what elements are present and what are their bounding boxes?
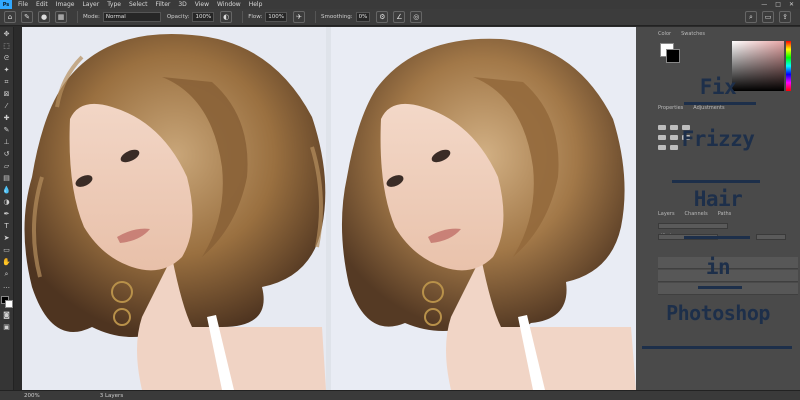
photo-before <box>22 27 326 390</box>
frame-tool-icon[interactable]: ⊠ <box>2 90 11 99</box>
status-bar: 200% 3 Layers <box>0 390 800 400</box>
window-controls: — □ ✕ <box>761 0 794 9</box>
title-underline <box>642 346 792 349</box>
options-bar: ⌂ ✎ ● ▦ Mode: Normal Opacity: 100% ◐ Flo… <box>0 9 800 26</box>
pen-tool-icon[interactable]: ✒ <box>2 210 11 219</box>
blur-tool-icon[interactable]: 💧 <box>2 186 11 195</box>
quick-mask-icon[interactable]: ◙ <box>2 311 11 320</box>
brush-tool-icon[interactable]: ✎ <box>2 126 11 135</box>
brush-preset-icon[interactable]: ● <box>38 11 50 23</box>
tools-panel: ✥ ⬚ ᘓ ✦ ⌗ ⊠ ⁄ ✚ ✎ ⊥ ↺ ▱ ▤ 💧 ◑ ✒ T ➤ ▭ ✋ … <box>0 27 14 390</box>
brush-icon[interactable]: ✎ <box>21 11 33 23</box>
angle-icon[interactable]: ∠ <box>393 11 406 23</box>
flow-label: Flow: <box>248 14 263 20</box>
menu-item-3d[interactable]: 3D <box>178 1 186 8</box>
tab-color[interactable]: Color <box>658 31 671 39</box>
document-info[interactable]: 3 Layers <box>100 393 123 399</box>
menu-item-image[interactable]: Image <box>56 1 75 8</box>
portrait-before-image <box>22 27 326 390</box>
menu-item-layer[interactable]: Layer <box>82 1 99 8</box>
title-line-in: in <box>705 255 731 279</box>
home-icon[interactable]: ⌂ <box>4 11 16 23</box>
background-color-swatch[interactable] <box>4 300 13 308</box>
smoothing-label: Smoothing: <box>321 14 353 20</box>
tutorial-title: Fix Frizzy Hair in Photoshop <box>636 72 800 372</box>
history-brush-tool-icon[interactable]: ↺ <box>2 150 11 159</box>
title-underline <box>684 102 756 105</box>
menu-item-type[interactable]: Type <box>107 1 121 8</box>
lasso-tool-icon[interactable]: ᘓ <box>2 54 11 63</box>
color-swatches[interactable] <box>0 296 13 308</box>
menu-item-file[interactable]: File <box>18 1 28 8</box>
title-line-fix: Fix <box>699 75 737 99</box>
menu-item-edit[interactable]: Edit <box>36 1 48 8</box>
title-underline <box>684 236 750 239</box>
zoom-tool-icon[interactable]: ⌕ <box>2 270 11 279</box>
type-tool-icon[interactable]: T <box>2 222 11 231</box>
quick-select-tool-icon[interactable]: ✦ <box>2 66 11 75</box>
separator <box>77 11 78 23</box>
search-icon[interactable]: ⌕ <box>745 11 757 23</box>
title-line-photoshop: Photoshop <box>666 301 770 325</box>
smoothing-field[interactable]: 0% <box>355 12 371 22</box>
photoshop-logo-icon: Ps <box>0 0 12 9</box>
more-tools-icon[interactable]: … <box>2 282 11 291</box>
pressure-opacity-icon[interactable]: ◐ <box>220 11 233 23</box>
hand-tool-icon[interactable]: ✋ <box>2 258 11 267</box>
opacity-field[interactable]: 100% <box>192 12 215 22</box>
title-line-frizzy: Frizzy <box>681 127 755 151</box>
background-swatch[interactable] <box>666 49 680 63</box>
options-right-group: ⌕ ▭ ⇪ <box>745 11 796 23</box>
menu-item-window[interactable]: Window <box>217 1 241 8</box>
healing-brush-tool-icon[interactable]: ✚ <box>2 114 11 123</box>
share-icon[interactable]: ⇪ <box>779 11 791 23</box>
shape-tool-icon[interactable]: ▭ <box>2 246 11 255</box>
pressure-size-icon[interactable]: ◎ <box>410 11 423 23</box>
menu-item-view[interactable]: View <box>195 1 209 8</box>
title-underline <box>698 286 742 289</box>
marquee-tool-icon[interactable]: ⬚ <box>2 42 11 51</box>
mode-label: Mode: <box>83 14 100 20</box>
separator <box>242 11 244 23</box>
clone-stamp-tool-icon[interactable]: ⊥ <box>2 138 11 147</box>
workspace-icon[interactable]: ▭ <box>762 11 774 23</box>
menu-bar: Ps File Edit Image Layer Type Select Fil… <box>0 0 800 9</box>
crop-tool-icon[interactable]: ⌗ <box>2 78 11 87</box>
maximize-icon[interactable]: □ <box>775 1 781 8</box>
gear-icon[interactable]: ⚙ <box>376 11 389 23</box>
photo-after <box>331 27 636 390</box>
eyedropper-tool-icon[interactable]: ⁄ <box>2 102 11 111</box>
path-select-tool-icon[interactable]: ➤ <box>2 234 11 243</box>
gradient-tool-icon[interactable]: ▤ <box>2 174 11 183</box>
airbrush-icon[interactable]: ✈ <box>293 11 306 23</box>
brush-settings-icon[interactable]: ▦ <box>55 11 67 23</box>
close-icon[interactable]: ✕ <box>789 1 794 8</box>
color-panel-tabs: Color Swatches <box>658 31 705 39</box>
document-canvas[interactable] <box>22 27 636 390</box>
opacity-label: Opacity: <box>166 14 190 20</box>
title-line-hair: Hair <box>693 187 743 211</box>
menu-item-select[interactable]: Select <box>129 1 148 8</box>
dodge-tool-icon[interactable]: ◑ <box>2 198 11 207</box>
tab-swatches[interactable]: Swatches <box>681 31 705 39</box>
zoom-level[interactable]: 200% <box>24 393 40 399</box>
title-underline <box>672 180 760 183</box>
menu-item-filter[interactable]: Filter <box>156 1 171 8</box>
flow-field[interactable]: 100% <box>265 12 288 22</box>
move-tool-icon[interactable]: ✥ <box>2 30 11 39</box>
separator <box>315 11 317 23</box>
portrait-after-image <box>331 27 636 390</box>
minimize-icon[interactable]: — <box>761 1 767 8</box>
eraser-tool-icon[interactable]: ▱ <box>2 162 11 171</box>
screen-mode-icon[interactable]: ▣ <box>2 323 11 332</box>
menu-item-help[interactable]: Help <box>249 1 263 8</box>
mode-select[interactable]: Normal <box>102 12 161 22</box>
